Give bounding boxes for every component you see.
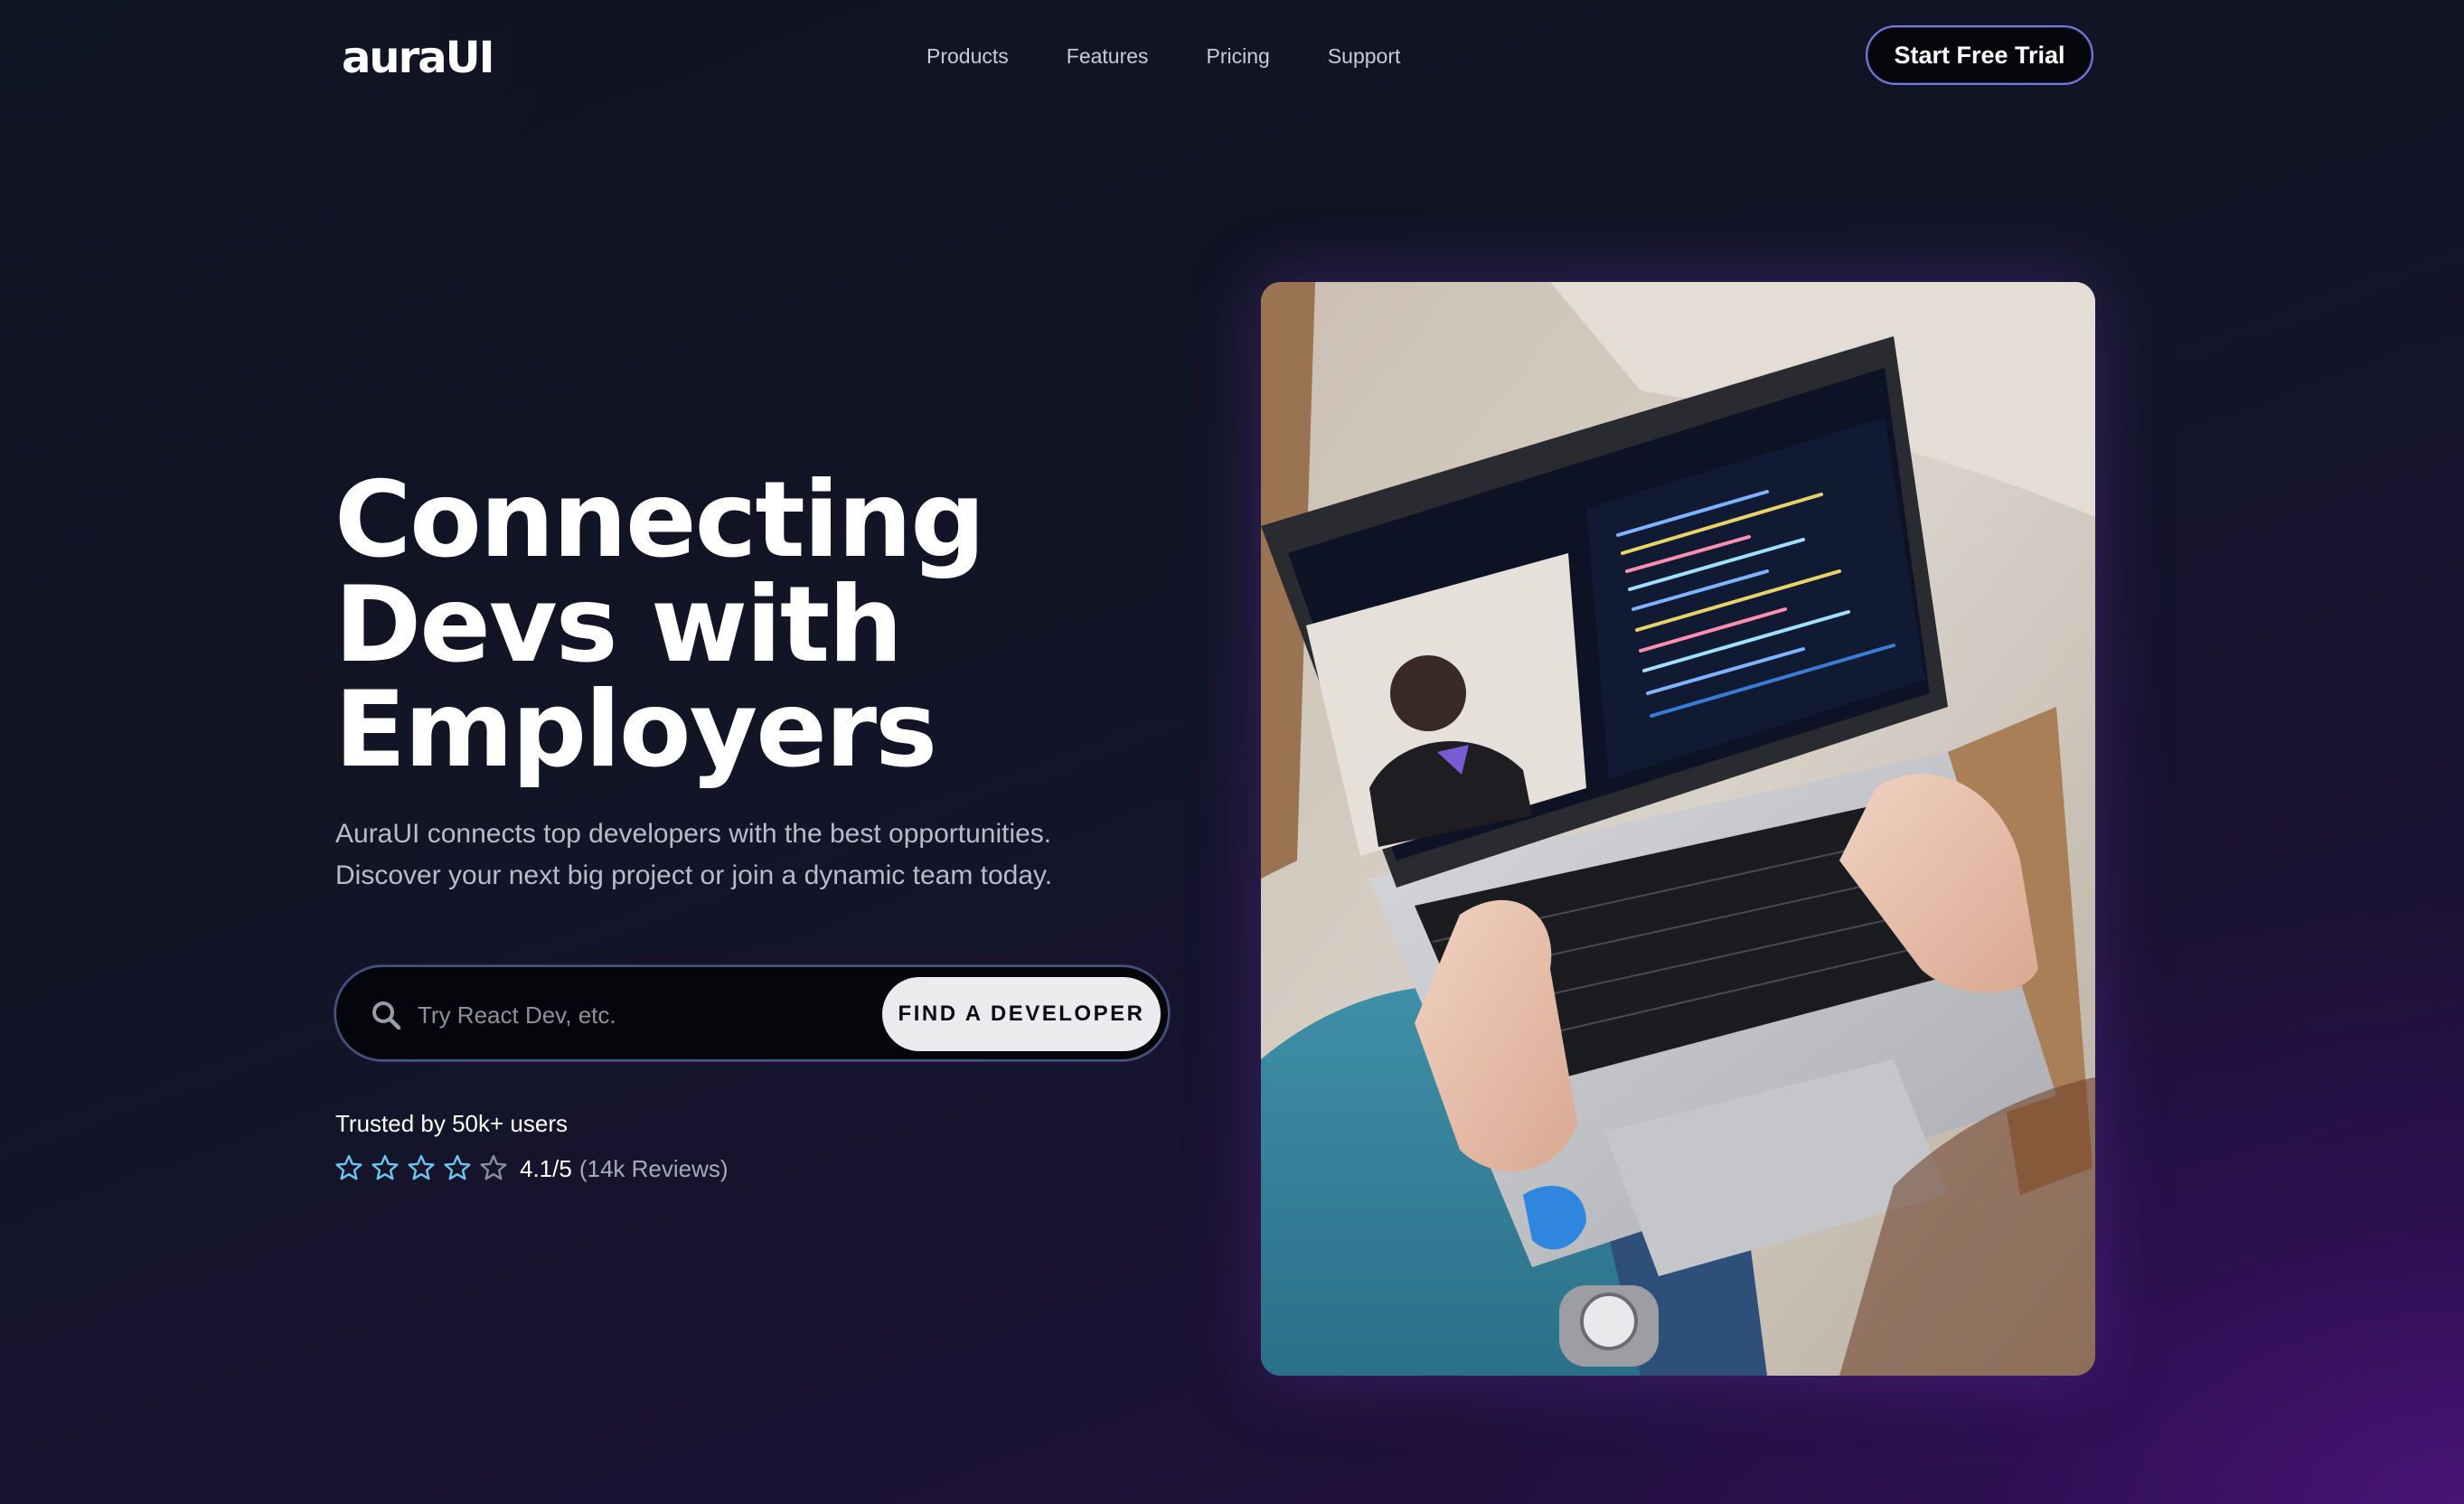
rating-value: 4.1/5 <box>520 1155 572 1182</box>
search-icon <box>372 1001 401 1030</box>
nav-link-pricing[interactable]: Pricing <box>1207 40 1270 72</box>
star-icon <box>408 1154 435 1180</box>
laptop-photo <box>1261 282 2095 1376</box>
nav-link-features[interactable]: Features <box>1067 40 1149 72</box>
hero-subtitle-line: Discover your next big project or join a… <box>335 860 1053 890</box>
main-nav: Products Features Pricing Support <box>926 40 1400 72</box>
star-icon <box>371 1154 399 1180</box>
hero-subtitle: AuraUI connects top developers with the … <box>335 813 1149 897</box>
hero-title-line: Devs with <box>334 564 903 686</box>
rating-summary: 4.1/5 (14k Reviews) <box>520 1153 729 1184</box>
search-input[interactable] <box>416 992 926 1038</box>
hero-title: Connecting Devs with Employers <box>334 468 1148 783</box>
hero-subtitle-line: AuraUI connects top developers with the … <box>335 819 1052 849</box>
star-icon <box>335 1154 362 1180</box>
start-free-trial-button[interactable]: Start Free Trial <box>1866 25 2093 85</box>
nav-link-products[interactable]: Products <box>926 40 1009 72</box>
rating-stars <box>334 1153 508 1184</box>
star-empty-icon <box>480 1154 507 1180</box>
developer-search-bar: FIND A DEVELOPER <box>334 965 1170 1061</box>
trusted-text: Trusted by 50k+ users <box>335 1110 568 1137</box>
hero-title-line: Employers <box>334 669 937 791</box>
hero-image <box>1261 282 2095 1376</box>
review-count: (14k Reviews) <box>578 1155 729 1182</box>
find-developer-button[interactable]: FIND A DEVELOPER <box>882 977 1161 1051</box>
logo[interactable]: auraUI <box>342 31 494 85</box>
star-icon <box>444 1154 471 1180</box>
nav-link-support[interactable]: Support <box>1328 40 1401 72</box>
hero-title-line: Connecting <box>334 459 985 581</box>
